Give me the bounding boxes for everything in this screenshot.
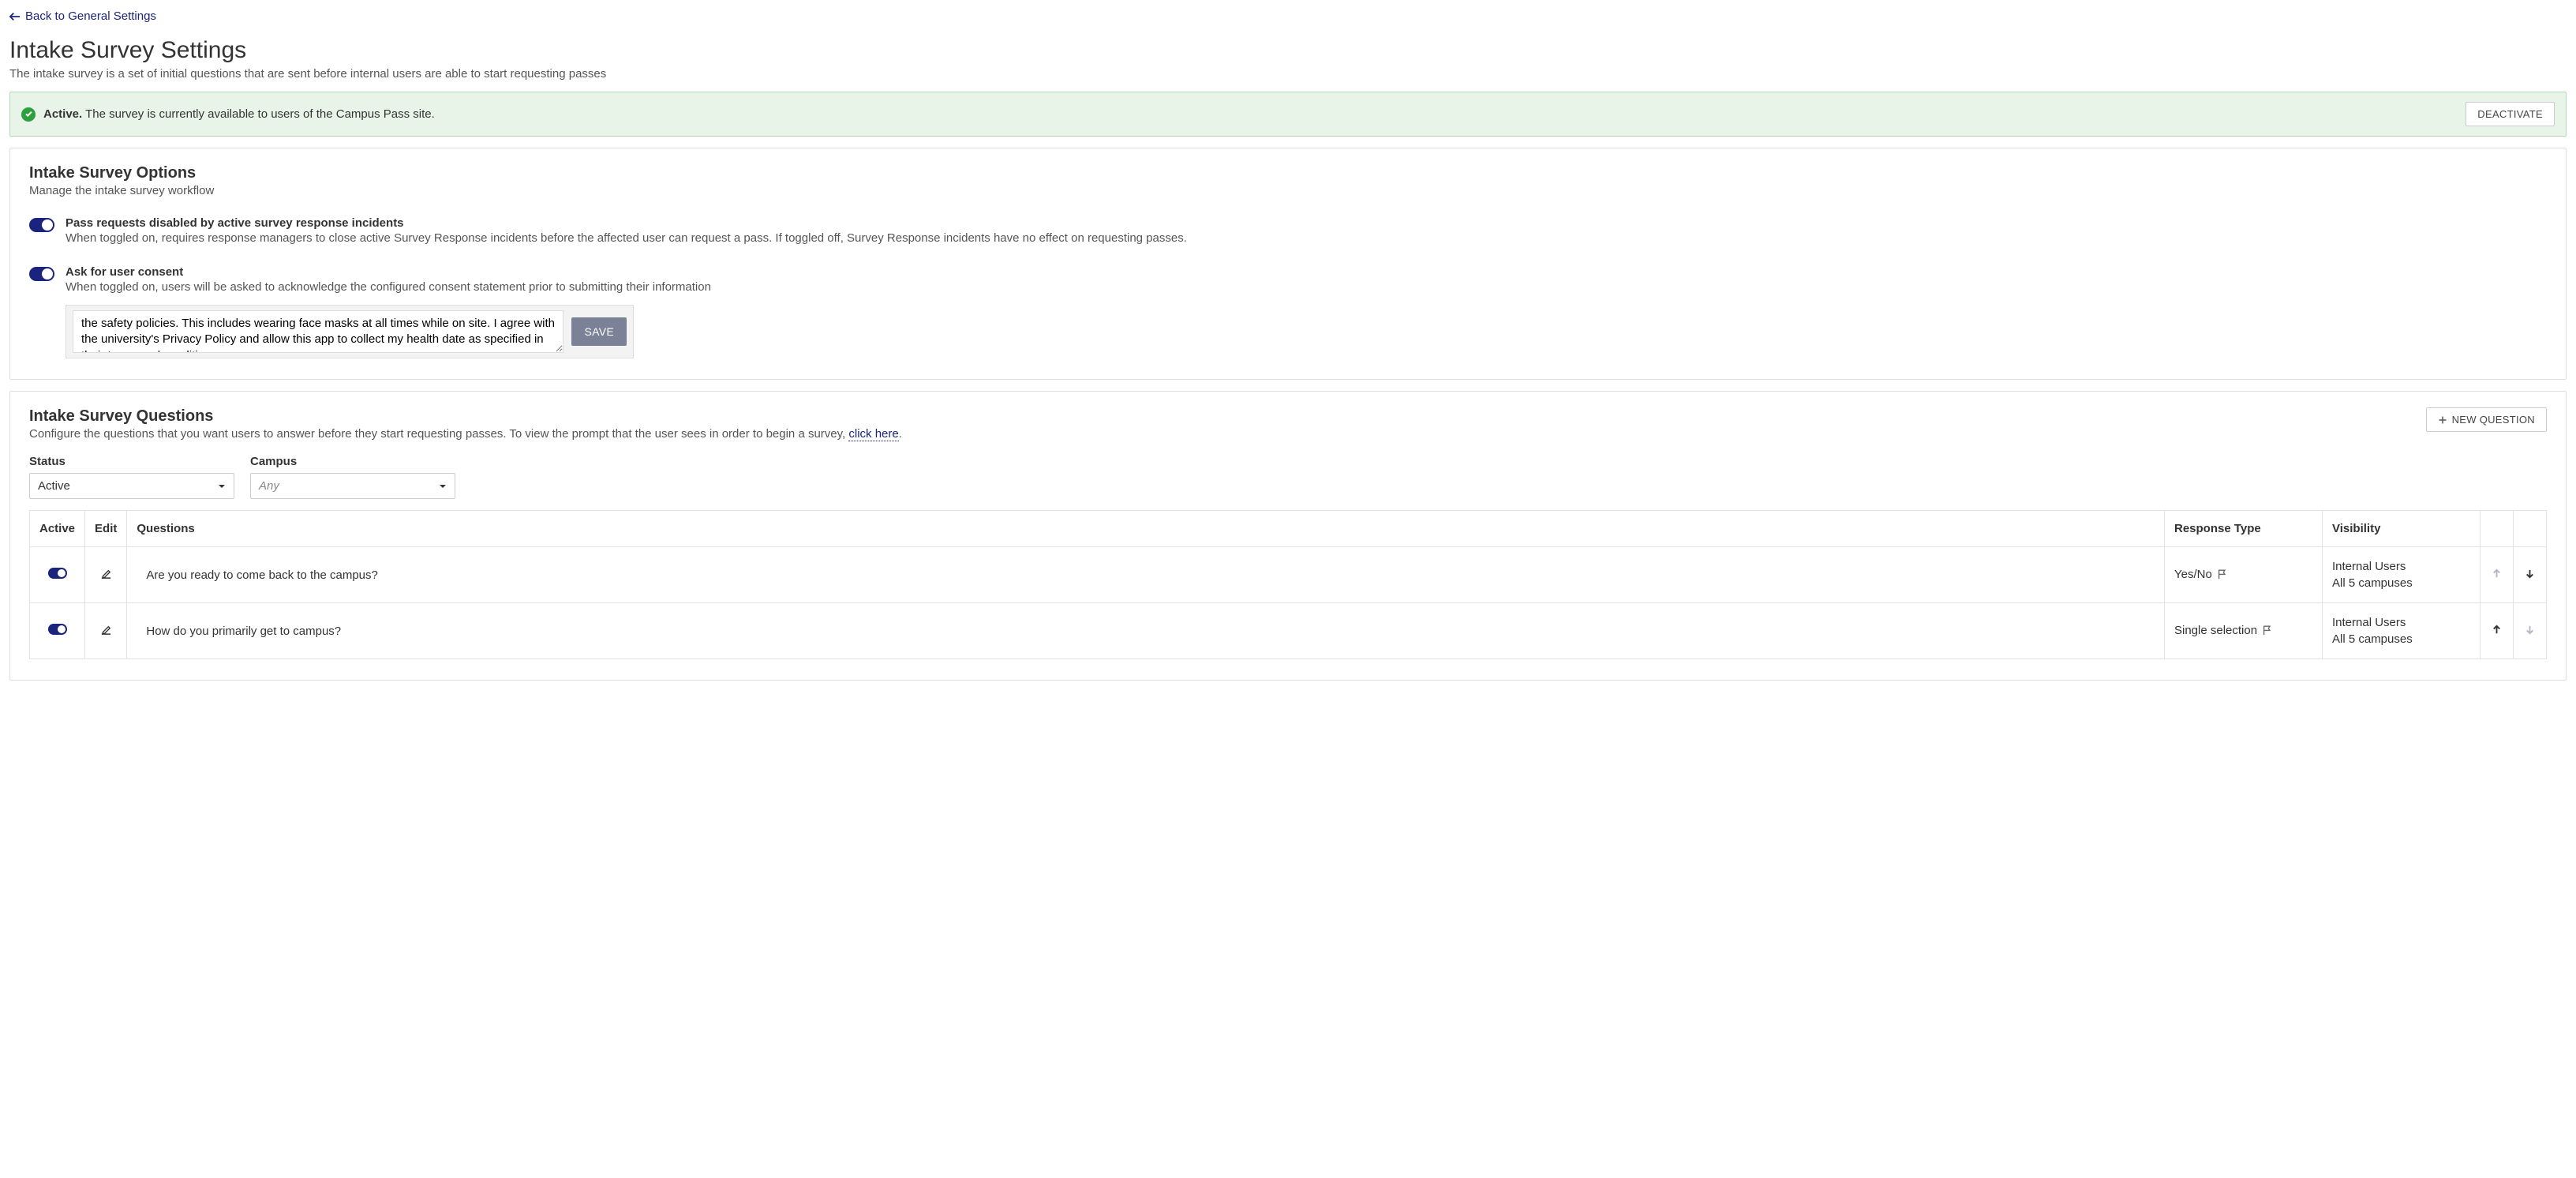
options-subtitle: Manage the intake survey workflow — [29, 184, 2547, 197]
move-up-button — [2491, 568, 2503, 580]
question-text: How do you primarily get to campus? — [137, 625, 341, 638]
check-circle-icon — [21, 107, 36, 122]
options-title: Intake Survey Options — [29, 164, 2547, 182]
status-text: Active. The survey is currently availabl… — [43, 107, 435, 121]
th-up — [2481, 511, 2514, 547]
flag-icon — [2262, 625, 2273, 639]
questions-table: Active Edit Questions Response Type Visi… — [29, 510, 2547, 659]
questions-title: Intake Survey Questions — [29, 407, 2410, 426]
caret-down-icon — [218, 482, 226, 490]
plus-icon — [2438, 415, 2447, 425]
status-select-value: Active — [38, 479, 70, 493]
move-down-button[interactable] — [2524, 568, 2536, 580]
back-link[interactable]: Back to General Settings — [9, 8, 156, 24]
th-response: Response Type — [2165, 511, 2323, 547]
options-panel: Intake Survey Options Manage the intake … — [9, 148, 2567, 380]
click-here-link[interactable]: click here — [848, 427, 898, 441]
toggle-pass-requests[interactable] — [29, 218, 54, 232]
arrow-left-icon — [9, 11, 21, 22]
th-active: Active — [30, 511, 85, 547]
consent-box: SAVE — [66, 305, 634, 358]
response-type: Single selection — [2174, 624, 2257, 637]
new-question-button[interactable]: NEW QUESTION — [2426, 407, 2547, 432]
option-consent-title: Ask for user consent — [66, 265, 2547, 279]
move-down-button — [2524, 624, 2536, 636]
save-button[interactable]: SAVE — [571, 317, 627, 346]
questions-subtitle: Configure the questions that you want us… — [29, 427, 2410, 441]
consent-textarea[interactable] — [73, 310, 564, 353]
row-active-toggle[interactable] — [48, 568, 67, 579]
edit-button[interactable] — [100, 568, 112, 580]
response-type: Yes/No — [2174, 568, 2212, 581]
option-consent: Ask for user consent When toggled on, us… — [29, 265, 2547, 358]
questions-panel: Intake Survey Questions Configure the qu… — [9, 391, 2567, 681]
toggle-consent[interactable] — [29, 267, 54, 281]
th-question: Questions — [127, 511, 2165, 547]
question-text: Are you ready to come back to the campus… — [137, 568, 378, 582]
campus-select[interactable]: Any — [250, 473, 455, 499]
status-banner: Active. The survey is currently availabl… — [9, 92, 2567, 137]
new-question-label: NEW QUESTION — [2452, 414, 2535, 426]
row-active-toggle[interactable] — [48, 624, 67, 635]
page-subtitle: The intake survey is a set of initial qu… — [9, 67, 2567, 81]
table-row: How do you primarily get to campus? Singl… — [30, 603, 2547, 659]
option-pass-requests-desc: When toggled on, requires response manag… — [66, 231, 2547, 245]
back-link-text: Back to General Settings — [25, 9, 156, 23]
caret-down-icon — [439, 482, 447, 490]
deactivate-button[interactable]: DEACTIVATE — [2466, 102, 2555, 126]
visibility: Internal UsersAll 5 campuses — [2332, 558, 2470, 591]
option-consent-desc: When toggled on, users will be asked to … — [66, 280, 2547, 294]
th-down — [2514, 511, 2547, 547]
table-row: Are you ready to come back to the campus… — [30, 547, 2547, 603]
status-select[interactable]: Active — [29, 473, 234, 499]
filter-campus-label: Campus — [250, 455, 455, 468]
page-title: Intake Survey Settings — [9, 37, 2567, 64]
filter-status-label: Status — [29, 455, 234, 468]
filter-row: Status Active Campus Any — [29, 455, 2547, 499]
th-edit: Edit — [85, 511, 127, 547]
th-visibility: Visibility — [2323, 511, 2481, 547]
campus-select-value: Any — [259, 479, 279, 493]
move-up-button[interactable] — [2491, 624, 2503, 636]
option-pass-requests-title: Pass requests disabled by active survey … — [66, 216, 2547, 230]
flag-icon — [2217, 568, 2228, 583]
edit-button[interactable] — [100, 624, 112, 636]
visibility: Internal UsersAll 5 campuses — [2332, 614, 2470, 647]
option-pass-requests: Pass requests disabled by active survey … — [29, 216, 2547, 245]
